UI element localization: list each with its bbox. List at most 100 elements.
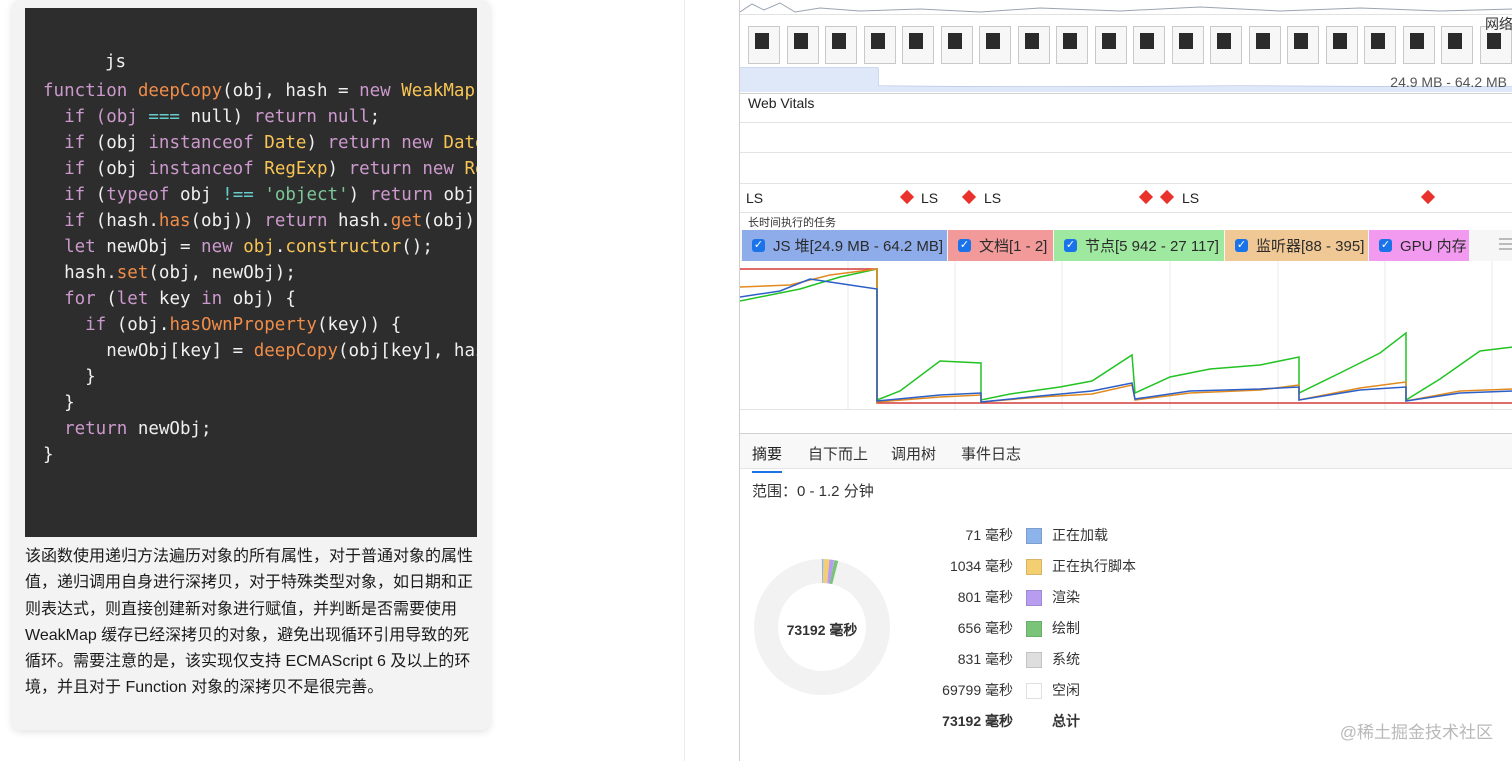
checkbox-icon[interactable]: ✓ bbox=[752, 239, 765, 252]
screenshot-thumbnail[interactable] bbox=[1287, 26, 1319, 64]
screenshot-thumbnail[interactable] bbox=[1364, 26, 1396, 64]
tab-event-log[interactable]: 事件日志 bbox=[961, 443, 1021, 464]
screenshot-thumbnail[interactable] bbox=[1017, 26, 1050, 64]
screenshot-thumbnail[interactable] bbox=[902, 26, 934, 64]
screenshot-thumbnail[interactable] bbox=[1171, 26, 1204, 64]
code-line: } bbox=[43, 364, 477, 390]
chart-gridlines bbox=[847, 261, 1493, 409]
code-token: (obj); bbox=[422, 211, 477, 231]
code-line: if (obj instanceof RegExp) return new Re bbox=[43, 156, 477, 182]
cpu-activity-sparkline bbox=[740, 2, 1512, 15]
code-token: deepCopy bbox=[137, 81, 223, 101]
devtools-performance-panel: 24.9 MB - 64.2 MB 网络 Web Vitals LS LS LS… bbox=[739, 0, 1512, 761]
code-line: if (hash.has(obj)) return hash.get(obj); bbox=[43, 208, 477, 234]
code-token: ; bbox=[369, 107, 381, 127]
code-token: let bbox=[116, 289, 159, 309]
web-vitals-title: Web Vitals bbox=[748, 95, 815, 111]
legend-nodes[interactable]: ✓ 节点[5 942 - 27 117] bbox=[1054, 230, 1224, 261]
tab-call-tree[interactable]: 调用树 bbox=[891, 443, 936, 464]
code-line: if (obj.hasOwnProperty(key)) { bbox=[43, 312, 477, 338]
donut-total-label: 73192 毫秒 bbox=[786, 622, 858, 638]
stat-name: 渲染 bbox=[1052, 589, 1080, 605]
menu-icon[interactable] bbox=[1499, 238, 1512, 253]
screenshot-thumbnail[interactable] bbox=[1210, 26, 1242, 64]
stat-color-swatch bbox=[1026, 559, 1042, 575]
code-token: ) bbox=[348, 185, 370, 205]
code-token: if bbox=[43, 133, 96, 153]
code-token: WeakMap bbox=[401, 81, 476, 101]
code-token: obj bbox=[243, 237, 275, 257]
code-token: !== bbox=[222, 185, 254, 205]
listeners-series bbox=[740, 268, 1512, 403]
screenshot-thumbnail[interactable] bbox=[1441, 26, 1473, 64]
stat-color-swatch bbox=[1026, 652, 1042, 668]
stat-value: 73192 毫秒 bbox=[942, 713, 1013, 729]
legend-label: 节点[5 942 - 27 117] bbox=[1085, 238, 1219, 255]
legend-label: GPU 内存 bbox=[1400, 238, 1467, 255]
web-vitals-divider bbox=[740, 152, 1512, 153]
checkbox-icon[interactable]: ✓ bbox=[1235, 239, 1248, 252]
code-token: hasOwnProperty bbox=[169, 315, 317, 335]
checkbox-icon[interactable]: ✓ bbox=[958, 239, 971, 252]
screenshot-thumbnail[interactable] bbox=[863, 26, 896, 64]
code-token: (key)) { bbox=[316, 315, 402, 335]
screenshot-thumbnail[interactable] bbox=[1094, 26, 1127, 64]
layout-shift-marker[interactable] bbox=[899, 189, 915, 205]
screenshot-thumbnail[interactable] bbox=[825, 26, 857, 64]
code-token: (obj, newObj); bbox=[148, 263, 296, 283]
code-token: return bbox=[369, 185, 444, 205]
summary-stat-row: 71 毫秒 正在加载 bbox=[890, 525, 1310, 547]
screenshot-thumbnail[interactable] bbox=[1402, 26, 1435, 64]
code-token: let bbox=[43, 237, 107, 257]
layout-shift-marker[interactable] bbox=[1138, 189, 1154, 205]
checkbox-icon[interactable]: ✓ bbox=[1064, 239, 1077, 252]
code-line: return newObj; bbox=[43, 416, 477, 442]
article-description: 该函数使用递归方法遍历对象的所有属性，对于普通对象的属性值，递归调用自身进行深拷… bbox=[25, 548, 474, 697]
layout-shift-marker[interactable] bbox=[1420, 189, 1436, 205]
screenshot-thumbnail[interactable] bbox=[748, 26, 780, 64]
memory-counters-chart[interactable] bbox=[740, 261, 1512, 409]
checkbox-icon[interactable]: ✓ bbox=[1379, 239, 1392, 252]
screenshot-thumbnail[interactable] bbox=[1133, 26, 1165, 64]
stat-value: 801 毫秒 bbox=[957, 589, 1013, 605]
legend-js-heap[interactable]: ✓ JS 堆[24.9 MB - 64.2 MB] bbox=[742, 230, 947, 261]
legend-documents[interactable]: ✓ 文档[1 - 2] bbox=[948, 230, 1053, 261]
screenshot-thumbnail[interactable] bbox=[979, 26, 1011, 64]
code-token: (obj)) bbox=[190, 211, 265, 231]
code-line: for (let key in obj) { bbox=[43, 286, 477, 312]
tab-bottom-up[interactable]: 自下而上 bbox=[808, 443, 868, 464]
code-token: if bbox=[43, 159, 96, 179]
code-token: if (obj bbox=[43, 107, 149, 127]
code-token: (obj. bbox=[116, 315, 170, 335]
legend-listeners[interactable]: ✓ 监听器[88 - 395] bbox=[1225, 230, 1368, 261]
screenshot-thumbnail[interactable] bbox=[940, 26, 973, 64]
stat-value: 831 毫秒 bbox=[957, 651, 1013, 667]
code-token: === bbox=[148, 107, 180, 127]
layout-shift-marker[interactable] bbox=[1159, 189, 1175, 205]
layout-shift-track[interactable]: LS LS LS LS bbox=[740, 184, 1512, 212]
code-block: js function deepCopy(obj, hash = new Wea… bbox=[25, 8, 477, 537]
layout-shift-marker[interactable] bbox=[961, 189, 977, 205]
ls-label: LS bbox=[984, 190, 1002, 206]
timeline-overview[interactable]: 24.9 MB - 64.2 MB 网络 bbox=[740, 0, 1512, 94]
details-tabs: 摘要 自下而上 调用树 事件日志 bbox=[740, 433, 1512, 473]
legend-gpu-memory[interactable]: ✓ GPU 内存 bbox=[1369, 230, 1469, 261]
code-token: has bbox=[158, 211, 191, 231]
screenshot-thumbnail[interactable] bbox=[786, 26, 819, 64]
tab-summary[interactable]: 摘要 bbox=[752, 443, 783, 473]
code-token: Date bbox=[443, 133, 477, 153]
code-token: return new bbox=[348, 159, 465, 179]
legend-label: JS 堆[24.9 MB - 64.2 MB] bbox=[773, 238, 944, 255]
screenshot-thumbnail[interactable] bbox=[1325, 26, 1358, 64]
screenshot-thumbnail[interactable] bbox=[1248, 26, 1281, 64]
code-line: newObj[key] = deepCopy(obj[key], has bbox=[43, 338, 477, 364]
screenshot-thumbnail[interactable] bbox=[1056, 26, 1088, 64]
stat-name: 系统 bbox=[1052, 651, 1080, 667]
summary-stat-row: 801 毫秒 渲染 bbox=[890, 587, 1310, 609]
code-token: if bbox=[43, 185, 96, 205]
code-token: hash. bbox=[43, 263, 117, 283]
code-token: (obj[key], has bbox=[338, 341, 477, 361]
code-token: obj bbox=[180, 185, 223, 205]
code-token: ( bbox=[106, 289, 117, 309]
